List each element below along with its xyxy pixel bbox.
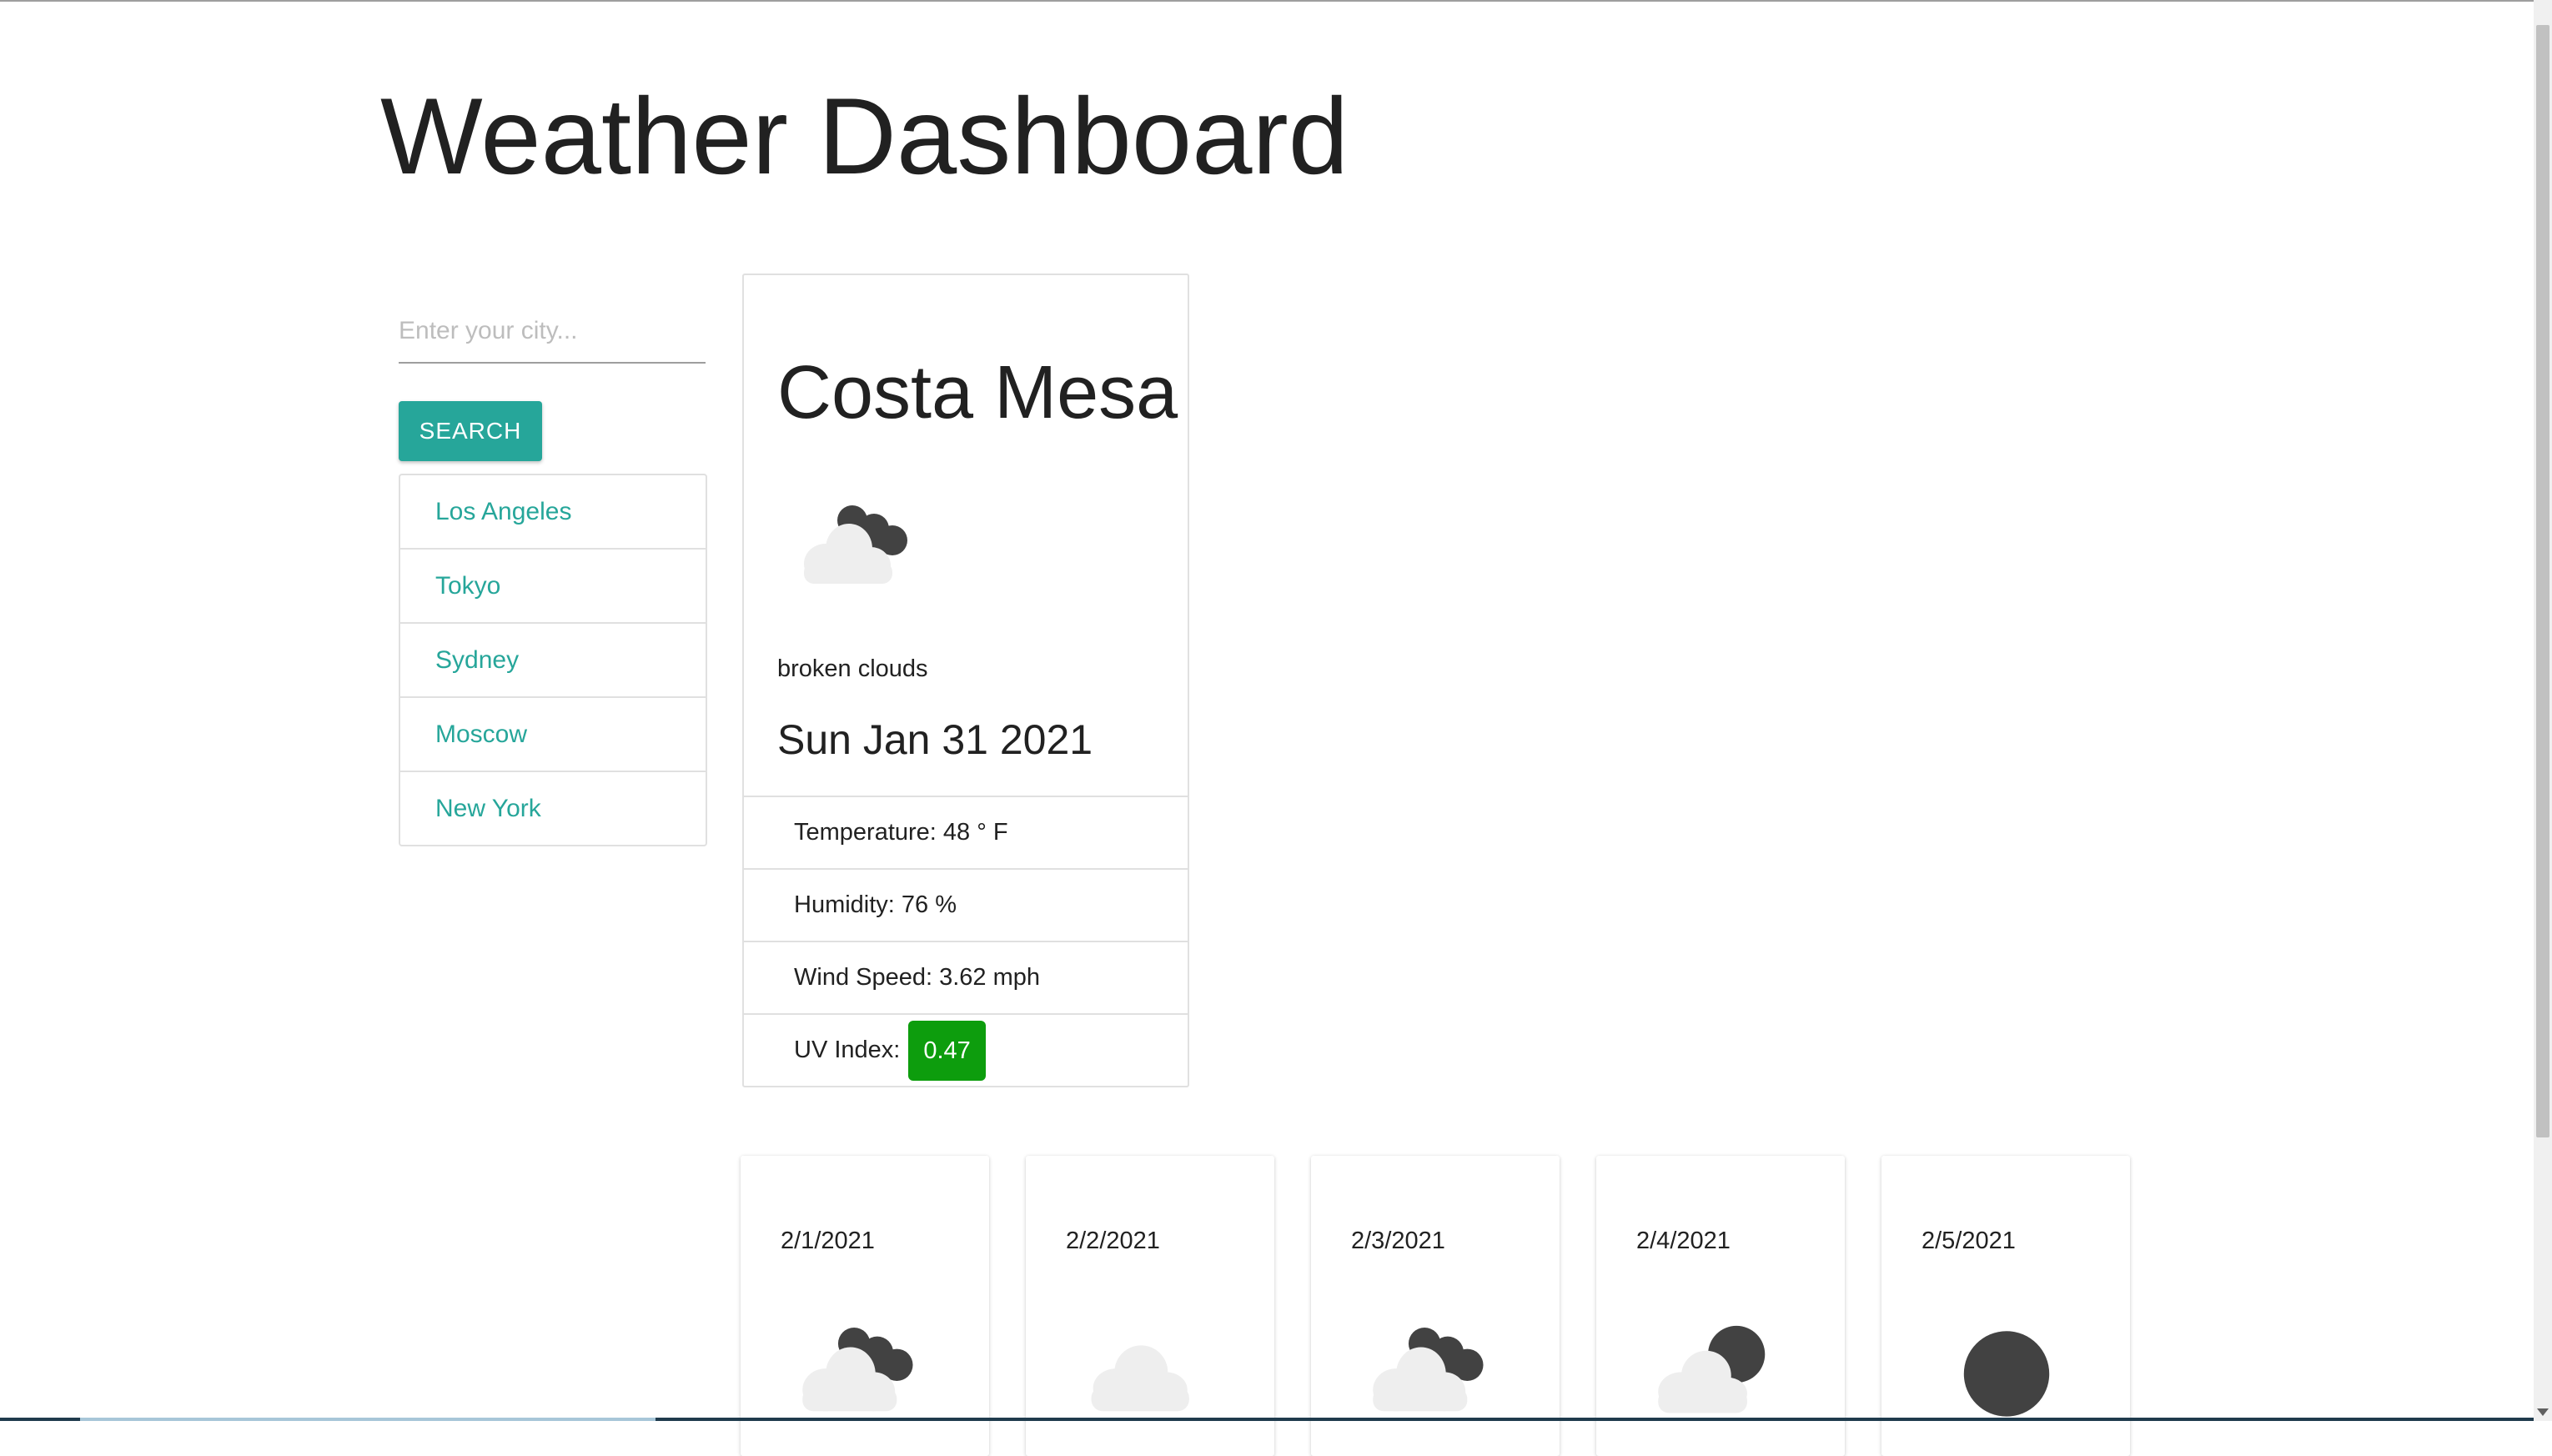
uv-index-badge: 0.47: [908, 1020, 986, 1081]
page-title: Weather Dashboard: [380, 75, 1349, 197]
overcast-clouds-icon: [1091, 1345, 1189, 1412]
browser-top-edge: [0, 0, 2552, 2]
broken-clouds-icon: [802, 1328, 913, 1412]
forecast-card: 2/2/2021: [1026, 1156, 1274, 1456]
uv-row: UV Index: 0.47: [744, 1013, 1188, 1086]
taskbar-strip: [0, 1418, 2534, 1421]
temperature-text: Temperature: 48 ° F: [794, 819, 1008, 846]
current-weather-card: Costa Mesa broken clouds Sun Jan 31 2021…: [742, 274, 1189, 1087]
weather-description: broken clouds: [777, 655, 928, 682]
history-item-new-york[interactable]: New York: [400, 771, 706, 845]
history-item-los-angeles[interactable]: Los Angeles: [400, 475, 706, 548]
weather-stats-list: Temperature: 48 ° F Humidity: 76 % Wind …: [744, 796, 1188, 1086]
city-search-input[interactable]: [399, 300, 706, 364]
wind-row: Wind Speed: 3.62 mph: [744, 941, 1188, 1013]
forecast-date: 2/2/2021: [1066, 1228, 1160, 1254]
temperature-row: Temperature: 48 ° F: [744, 796, 1188, 868]
forecast-card: 2/1/2021: [741, 1156, 989, 1456]
few-clouds-night-icon: [1658, 1325, 1766, 1413]
taskbar-highlight: [80, 1418, 656, 1421]
current-city-name: Costa Mesa: [777, 351, 1178, 434]
search-form: [399, 300, 706, 364]
wind-text: Wind Speed: 3.62 mph: [794, 964, 1041, 991]
forecast-date: 2/4/2021: [1636, 1228, 1731, 1254]
broken-clouds-icon: [1373, 1328, 1484, 1412]
search-history-list: Los Angeles Tokyo Sydney Moscow New York: [399, 474, 707, 846]
forecast-card: 2/4/2021: [1596, 1156, 1845, 1456]
history-item-moscow[interactable]: Moscow: [400, 696, 706, 771]
clear-night-icon: [1963, 1331, 2050, 1417]
history-item-sydney[interactable]: Sydney: [400, 622, 706, 696]
humidity-row: Humidity: 76 %: [744, 868, 1188, 941]
forecast-date: 2/5/2021: [1922, 1228, 2016, 1254]
vertical-scrollbar[interactable]: [2534, 0, 2552, 1421]
humidity-text: Humidity: 76 %: [794, 891, 957, 918]
current-date: Sun Jan 31 2021: [777, 716, 1093, 763]
search-button[interactable]: SEARCH: [399, 401, 542, 461]
five-day-forecast: 2/1/2021 2/2/2021 2/3/2021 2/4/2021 2/5/…: [741, 1156, 2409, 1456]
forecast-date: 2/1/2021: [781, 1228, 875, 1254]
uv-label: UV Index:: [794, 1037, 901, 1063]
history-item-tokyo[interactable]: Tokyo: [400, 548, 706, 622]
broken-clouds-icon: [804, 505, 907, 584]
forecast-card: 2/3/2021: [1311, 1156, 1560, 1456]
forecast-card: 2/5/2021: [1881, 1156, 2130, 1456]
forecast-date: 2/3/2021: [1351, 1228, 1445, 1254]
scrollbar-thumb[interactable]: [2536, 25, 2549, 1137]
scroll-down-arrow-icon[interactable]: [2537, 1408, 2549, 1416]
